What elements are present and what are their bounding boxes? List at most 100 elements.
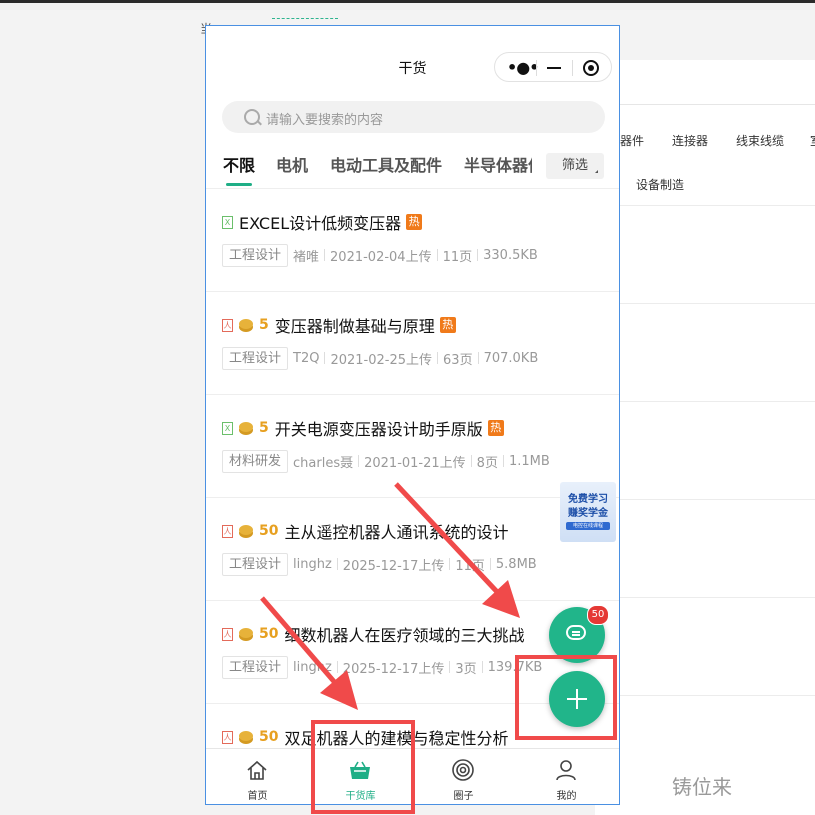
- item-meta: 工程设计 linghz 2025-12-17上传 3页 139.7KB: [222, 655, 542, 679]
- category-tabs: 不限 电机 电动工具及配件 半导体器件 筛选: [206, 150, 619, 190]
- tabbar-item-mine[interactable]: 我的: [515, 749, 618, 804]
- coin-icon: [239, 421, 253, 432]
- background-category-row: 器件 连接器 线束线缆 室: [620, 132, 815, 154]
- meta-divider: [324, 249, 326, 261]
- item-title: 变压器制做基础与原理: [274, 317, 435, 336]
- search-icon: [244, 109, 260, 125]
- background-category-2[interactable]: 连接器: [672, 132, 708, 149]
- item-date: 2025-12-17上传: [342, 558, 445, 574]
- meta-divider: [477, 352, 479, 364]
- item-pages: 8页: [476, 455, 498, 471]
- filter-button[interactable]: 筛选: [546, 153, 604, 179]
- item-title-row: 人 5 变压器制做基础与原理热: [222, 314, 456, 336]
- item-title: 开关电源变压器设计助手原版: [274, 420, 483, 439]
- navigation-bar: 干货 •●•: [206, 26, 619, 111]
- tab-unlimited[interactable]: 不限: [223, 152, 255, 176]
- watermark-logo: 铸位来: [672, 775, 732, 799]
- background-category-1[interactable]: 器件: [620, 132, 644, 149]
- item-meta: 工程设计 linghz 2025-12-17上传 11页 5.8MB: [222, 552, 537, 576]
- pdf-file-icon: 人: [222, 318, 233, 332]
- annotation-box-library-tab: [311, 720, 415, 814]
- hot-badge: 热: [487, 420, 504, 436]
- item-pages: 11页: [455, 558, 485, 574]
- meta-divider: [449, 558, 451, 570]
- item-meta: 工程设计 褚唯 2021-02-04上传 11页 330.5KB: [222, 243, 538, 267]
- item-pages: 11页: [442, 249, 473, 265]
- search-input[interactable]: 请输入要搜索的内容: [222, 101, 605, 133]
- tab-semiconductor[interactable]: 半导体器件: [464, 152, 532, 176]
- minimize-icon[interactable]: [547, 67, 561, 69]
- item-tag: 材料研发: [222, 449, 289, 473]
- promo-line-2: 赚奖学金: [568, 508, 608, 519]
- meta-divider: [470, 455, 472, 467]
- background-category-4[interactable]: 室: [810, 132, 815, 149]
- meta-divider: [436, 249, 438, 261]
- promo-line-3: 电控在线课程: [566, 522, 610, 530]
- item-meta: 材料研发 charles聂 2021-01-21上传 8页 1.1MB: [222, 449, 550, 473]
- background-panel: [595, 60, 815, 815]
- tab-power-tools[interactable]: 电动工具及配件: [330, 152, 442, 176]
- meta-divider: [324, 352, 326, 364]
- list-item[interactable]: 人 5 变压器制做基础与原理热工程设计 T2Q 2021-02-25上传 63页 707.0…: [206, 292, 619, 395]
- item-size: 5.8MB: [495, 556, 537, 572]
- tabbar-label-home: 首页: [247, 791, 268, 802]
- promo-banner[interactable]: 免费学习 赚奖学金 电控在线课程: [560, 482, 616, 542]
- item-author: charles聂: [293, 455, 354, 471]
- item-title-row: X EXCEL设计低频变压器热: [222, 211, 423, 233]
- item-size: 707.0KB: [483, 350, 539, 366]
- background-divider: [620, 205, 815, 206]
- meta-divider: [481, 661, 483, 673]
- chat-badge: 50: [587, 605, 609, 625]
- excel-file-icon: X: [222, 421, 233, 435]
- background-category-3[interactable]: 线束线缆: [736, 132, 784, 149]
- background-divider: [620, 695, 815, 696]
- tabbar-item-home[interactable]: 首页: [206, 749, 309, 804]
- coin-icon: [239, 524, 253, 535]
- list-item[interactable]: 人 50 主从遥控机器人通讯系统的设计 工程设计 linghz 2025-12-17上传 1…: [206, 498, 619, 601]
- circle-icon: [452, 759, 474, 781]
- list-item[interactable]: X EXCEL设计低频变压器热工程设计 褚唯 2021-02-04上传 11页 330.5…: [206, 189, 619, 292]
- item-title: 细数机器人在医疗领域的三大挑战: [284, 626, 525, 645]
- background-search-area: [620, 60, 815, 105]
- capsule-menu: •●•: [494, 52, 612, 82]
- background-divider: [620, 303, 815, 304]
- item-pages: 63页: [443, 352, 473, 368]
- list-item[interactable]: X 5 开关电源变压器设计助手原版热材料研发 charles聂 2021-01-21上传…: [206, 395, 619, 498]
- item-size: 1.1MB: [508, 453, 550, 469]
- item-author: linghz: [293, 659, 332, 675]
- tab-motor[interactable]: 电机: [276, 152, 308, 176]
- item-title-row: X 5 开关电源变压器设计助手原版热: [222, 417, 504, 439]
- capsule-divider: [536, 60, 537, 76]
- item-cost: 50: [259, 523, 279, 539]
- background-subcategory[interactable]: 设备制造: [636, 176, 684, 193]
- item-author: T2Q: [293, 350, 320, 366]
- meta-divider: [477, 249, 479, 261]
- meta-divider: [502, 455, 504, 467]
- excel-file-icon: X: [222, 215, 233, 229]
- item-cost: 5: [259, 317, 269, 333]
- item-date: 2025-12-17上传: [342, 661, 445, 677]
- background-divider: [620, 401, 815, 402]
- meta-divider: [358, 455, 360, 467]
- item-title-row: 人 50 主从遥控机器人通讯系统的设计: [222, 520, 509, 542]
- target-close-icon[interactable]: [583, 60, 599, 76]
- more-dots-icon[interactable]: •●•: [507, 58, 539, 77]
- meta-divider: [437, 352, 439, 364]
- hot-badge: 热: [439, 317, 456, 333]
- item-title: EXCEL设计低频变压器: [239, 214, 402, 233]
- pdf-file-icon: 人: [222, 627, 233, 641]
- item-tag: 工程设计: [222, 243, 289, 267]
- item-tag: 工程设计: [222, 655, 289, 679]
- item-author: 褚唯: [293, 249, 320, 265]
- tabbar-label-mine: 我的: [556, 791, 577, 802]
- tabbar-item-circle[interactable]: 圈子: [412, 749, 515, 804]
- coin-icon: [239, 730, 253, 741]
- item-date: 2021-02-04上传: [330, 249, 432, 265]
- meta-divider: [489, 558, 491, 570]
- promo-line-1: 免费学习: [568, 494, 608, 505]
- meta-divider: [449, 661, 451, 673]
- item-author: linghz: [293, 556, 332, 572]
- item-size: 330.5KB: [483, 247, 538, 263]
- item-cost: 5: [259, 420, 269, 436]
- user-icon: [556, 760, 576, 781]
